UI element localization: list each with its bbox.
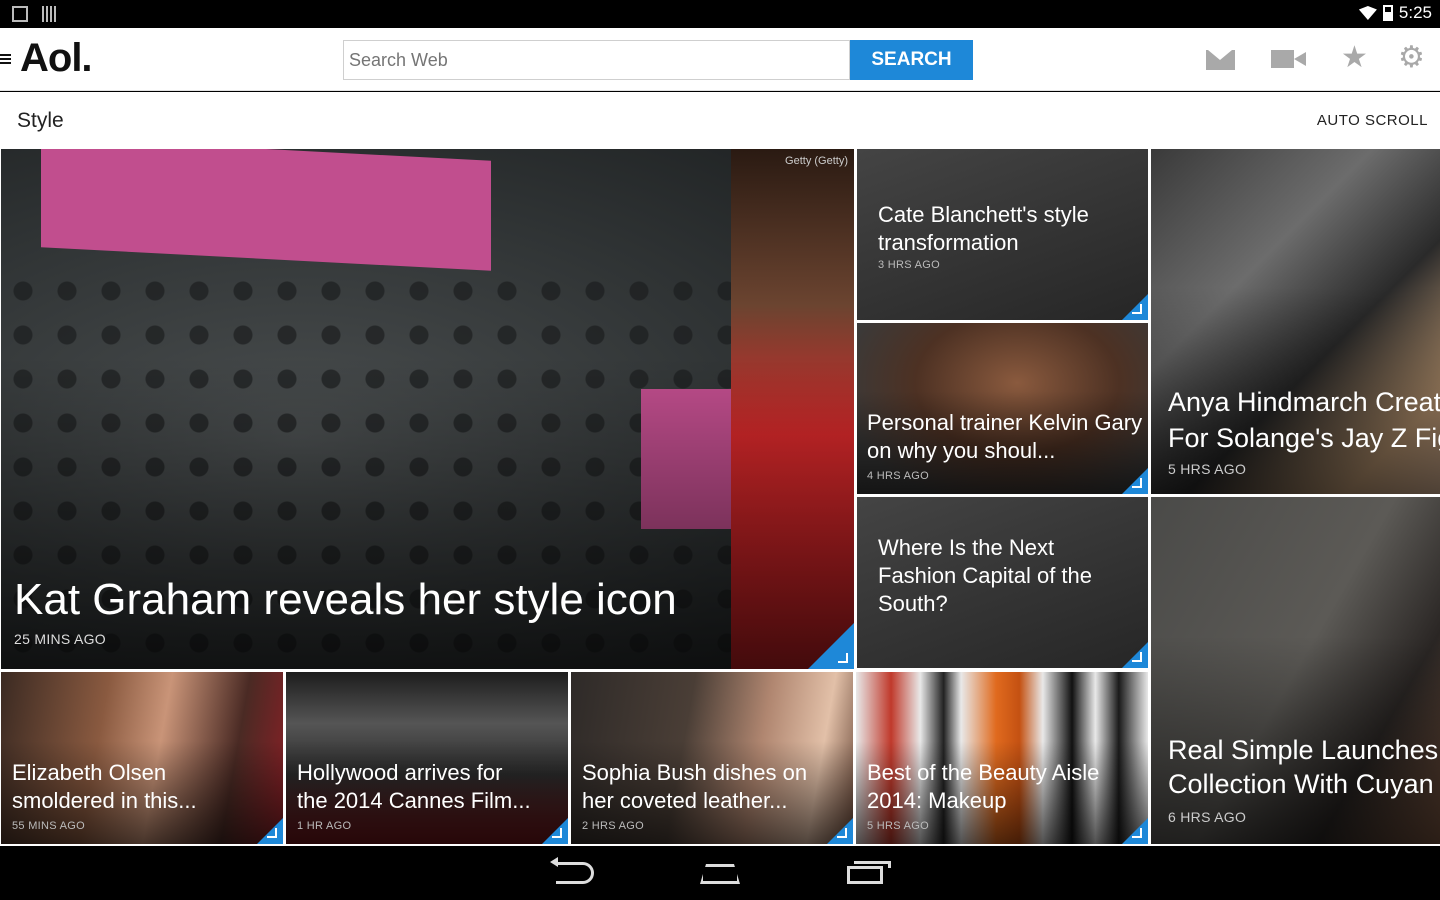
article-time: 6 HRS AGO xyxy=(1168,809,1247,825)
menu-icon[interactable] xyxy=(0,54,11,64)
battery-icon xyxy=(1382,5,1393,21)
video-icon[interactable] xyxy=(1271,50,1306,68)
backdrop-banner xyxy=(41,149,491,271)
back-icon[interactable] xyxy=(550,857,594,884)
article-tile-fashion[interactable]: Where Is the Next Fashion Capital of the… xyxy=(857,497,1148,668)
article-time: 4 HRS AGO xyxy=(867,470,929,482)
photo-credit: Getty (Getty) xyxy=(785,155,848,167)
system-nav-bar xyxy=(0,846,1440,900)
article-tile-anya[interactable]: Anya Hindmarch Creat For Solange's Jay Z… xyxy=(1151,149,1440,494)
search-button[interactable]: SEARCH xyxy=(850,40,973,80)
gear-icon[interactable]: ⚙ xyxy=(1398,43,1425,73)
article-title: Best of the Beauty Aisle 2014: Makeup xyxy=(867,760,1100,813)
article-time: 25 MINS AGO xyxy=(14,631,106,647)
search-input[interactable] xyxy=(343,40,850,80)
article-tile-realsimple[interactable]: Real Simple Launches Collection With Cuy… xyxy=(1151,497,1440,844)
article-title: Real Simple Launches Collection With Cuy… xyxy=(1168,735,1439,799)
article-title: Cate Blanchett's style transformation xyxy=(878,202,1089,255)
auto-scroll-button[interactable]: AUTO SCROLL xyxy=(1317,112,1428,129)
article-title: Kat Graham reveals her style icon xyxy=(14,575,677,624)
recent-apps-icon[interactable] xyxy=(847,861,891,884)
expand-corner-icon xyxy=(1122,294,1148,320)
article-tile-elizabeth[interactable]: Elizabeth Olsen smoldered in this... 55 … xyxy=(1,672,283,844)
article-title: Sophia Bush dishes on her coveted leathe… xyxy=(582,760,808,813)
article-title: Where Is the Next Fashion Capital of the… xyxy=(878,535,1093,616)
article-time: 5 HRS AGO xyxy=(1168,461,1247,477)
clock: 5:25 xyxy=(1398,3,1432,22)
image-notification-icon xyxy=(12,6,28,22)
article-tile-cannes[interactable]: Hollywood arrives for the 2014 Cannes Fi… xyxy=(286,672,568,844)
article-tile-beauty[interactable]: Best of the Beauty Aisle 2014: Makeup 5 … xyxy=(856,672,1148,844)
app-header: Aol. SEARCH ★ ⚙ xyxy=(0,28,1440,91)
star-icon[interactable]: ★ xyxy=(1341,43,1368,73)
article-title: Elizabeth Olsen smoldered in this... xyxy=(12,760,197,813)
article-tile-kelvin[interactable]: Personal trainer Kelvin Gary on why you … xyxy=(857,323,1148,494)
wifi-icon xyxy=(1358,6,1377,20)
article-title: Anya Hindmarch Creat For Solange's Jay Z… xyxy=(1168,387,1440,453)
mail-icon[interactable] xyxy=(1206,50,1235,70)
article-time: 1 HR AGO xyxy=(297,820,352,832)
article-title: Hollywood arrives for the 2014 Cannes Fi… xyxy=(297,760,531,813)
expand-corner-icon xyxy=(1122,642,1148,668)
section-bar: Style AUTO SCROLL xyxy=(0,92,1440,148)
article-title: Personal trainer Kelvin Gary on why you … xyxy=(867,410,1143,463)
home-icon[interactable] xyxy=(700,864,740,884)
article-time: 5 HRS AGO xyxy=(867,820,929,832)
status-bar: 5:25 xyxy=(0,0,1440,28)
section-title: Style xyxy=(17,109,64,132)
barcode-notification-icon xyxy=(42,6,58,22)
article-grid: Getty (Getty) Kat Graham reveals her sty… xyxy=(0,148,1440,846)
article-time: 55 MINS AGO xyxy=(12,820,85,832)
article-tile-sophia[interactable]: Sophia Bush dishes on her coveted leathe… xyxy=(571,672,853,844)
article-time: 2 HRS AGO xyxy=(582,820,644,832)
article-tile-hero[interactable]: Getty (Getty) Kat Graham reveals her sty… xyxy=(1,149,854,669)
article-time: 3 HRS AGO xyxy=(878,259,940,271)
article-tile-cate[interactable]: Cate Blanchett's style transformation 3 … xyxy=(857,149,1148,320)
aol-logo[interactable]: Aol. xyxy=(20,36,93,81)
